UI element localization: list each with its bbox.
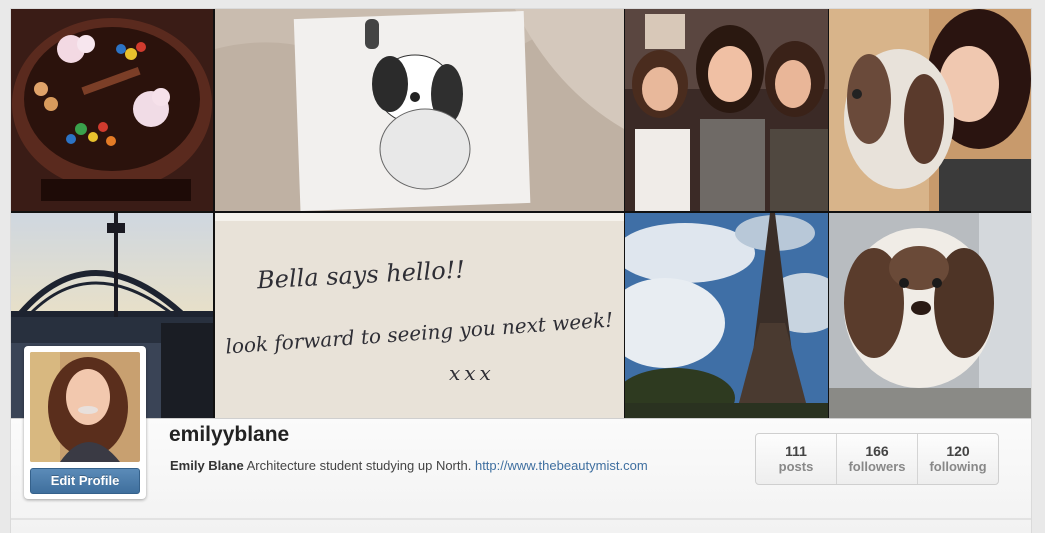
photo-tile-friends[interactable] <box>625 9 828 211</box>
posts-count: 111 <box>785 443 807 459</box>
photo-tile-note[interactable]: Bella says hello!! look forward to seein… <box>215 213 624 418</box>
spaniel-photo <box>829 213 1031 418</box>
dog-drawing-photo <box>215 9 624 211</box>
avatar-photo <box>30 352 140 462</box>
note-line-1: Bella says hello!! <box>256 255 466 295</box>
avatar[interactable] <box>30 352 140 462</box>
woman-dog-photo <box>829 9 1031 211</box>
photo-tile-cake[interactable] <box>11 9 213 211</box>
divider <box>11 518 1031 520</box>
bio: Emily Blane Architecture student studyin… <box>170 458 648 473</box>
website-link[interactable]: http://www.thebeautymist.com <box>475 458 648 473</box>
stat-followers[interactable]: 166 followers <box>837 434 918 484</box>
cake-photo <box>11 9 213 211</box>
photo-tile-woman-dog[interactable] <box>829 9 1031 211</box>
photo-tile-dog-drawing[interactable] <box>215 9 624 211</box>
avatar-card: Edit Profile <box>24 346 146 499</box>
following-label: following <box>929 459 987 474</box>
following-count: 120 <box>946 443 970 459</box>
note-line-2: look forward to seeing you next week! <box>224 307 614 359</box>
username: emilyyblane <box>169 423 290 446</box>
stat-following[interactable]: 120 following <box>918 434 998 484</box>
followers-count: 166 <box>865 443 889 459</box>
bio-text: Architecture student studying up North. <box>246 458 472 473</box>
friends-photo <box>625 9 828 211</box>
photo-tile-eiffel[interactable] <box>625 213 828 418</box>
note-text: Bella says hello!! look forward to seein… <box>215 213 624 418</box>
photo-tile-spaniel[interactable] <box>829 213 1031 418</box>
eiffel-photo <box>625 213 828 418</box>
stats-box: 111 posts 166 followers 120 following <box>755 433 999 485</box>
stat-posts[interactable]: 111 posts <box>756 434 837 484</box>
edit-profile-button[interactable]: Edit Profile <box>30 468 140 494</box>
note-line-3: xxx <box>449 361 495 385</box>
followers-label: followers <box>848 459 906 474</box>
full-name: Emily Blane <box>170 458 244 473</box>
posts-label: posts <box>778 459 814 474</box>
photo-grid: Bella says hello!! look forward to seein… <box>11 9 1031 418</box>
